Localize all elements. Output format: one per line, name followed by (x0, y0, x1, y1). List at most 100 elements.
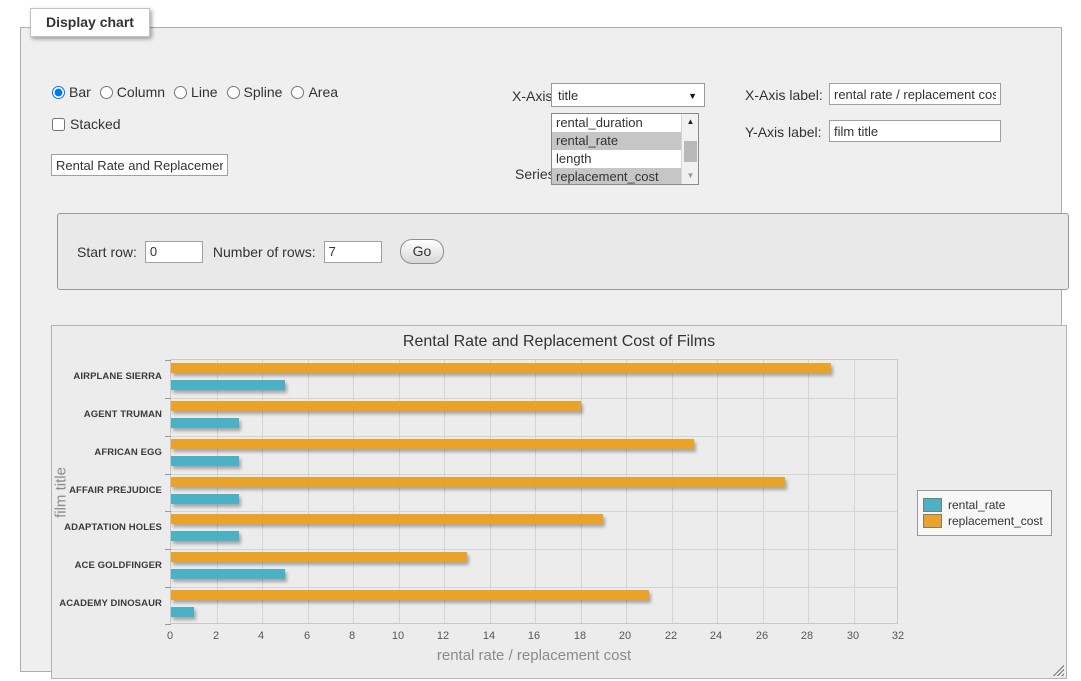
chart-type-option-line[interactable]: Line (174, 84, 217, 100)
x-axis-label-label: X-Axis label: (745, 87, 823, 103)
legend-entry: replacement_cost (923, 514, 1043, 528)
x-tick-label: 32 (883, 630, 913, 642)
legend-label: replacement_cost (948, 514, 1043, 528)
resize-handle-icon[interactable] (1052, 664, 1064, 676)
scroll-down-icon[interactable]: ▼ (682, 168, 699, 184)
gridline-horizontal (171, 398, 897, 399)
chart-type-radio-spline[interactable] (227, 86, 240, 99)
bar-rental_rate (171, 456, 239, 466)
x-axis-selected-value: title (558, 88, 578, 103)
y-tick-mark (165, 436, 171, 437)
bar-replacement_cost (171, 439, 694, 449)
gridline-vertical (717, 360, 718, 623)
bar-replacement_cost (171, 552, 467, 562)
stacked-label: Stacked (70, 116, 121, 132)
y-tick-label: AIRPLANE SIERRA (58, 371, 162, 382)
gridline-vertical (581, 360, 582, 623)
chart-type-option-column[interactable]: Column (100, 84, 165, 100)
bar-rental_rate (171, 418, 239, 428)
gridline-vertical (399, 360, 400, 623)
x-tick-label: 22 (656, 630, 686, 642)
bar-replacement_cost (171, 514, 603, 524)
x-tick-label: 10 (383, 630, 413, 642)
x-tick-label: 18 (565, 630, 595, 642)
gridline-vertical (308, 360, 309, 623)
y-tick-mark (165, 624, 171, 625)
x-tick-label: 2 (201, 630, 231, 642)
chart-type-label: Bar (69, 84, 91, 100)
x-axis-title: rental rate / replacement cost (170, 647, 898, 664)
chart-type-option-bar[interactable]: Bar (52, 84, 91, 100)
bar-replacement_cost (171, 401, 581, 411)
chart-type-option-spline[interactable]: Spline (227, 84, 283, 100)
x-tick-label: 26 (747, 630, 777, 642)
x-axis-label-input[interactable] (829, 83, 1001, 105)
gridline-horizontal (171, 511, 897, 512)
y-tick-mark (165, 474, 171, 475)
legend-label: rental_rate (948, 498, 1005, 512)
chart-type-group: Bar Column Line Spline Area (52, 84, 347, 100)
stacked-row: Stacked (52, 116, 121, 132)
series-listbox[interactable]: rental_durationrental_ratelengthreplacem… (551, 113, 699, 185)
chart-type-radio-area[interactable] (291, 86, 304, 99)
gridline-vertical (672, 360, 673, 623)
y-axis-label-input[interactable] (829, 120, 1001, 142)
x-tick-label: 20 (610, 630, 640, 642)
series-option-rental_duration[interactable]: rental_duration (552, 114, 681, 132)
series-option-replacement_cost[interactable]: replacement_cost (552, 168, 681, 185)
bar-replacement_cost (171, 477, 785, 487)
x-tick-label: 16 (519, 630, 549, 642)
y-tick-mark (165, 398, 171, 399)
chart-title: Rental Rate and Replacement Cost of Film… (52, 333, 1066, 351)
gridline-vertical (626, 360, 627, 623)
y-tick-mark (165, 587, 171, 588)
gridline-vertical (535, 360, 536, 623)
fieldset-legend: Display chart (30, 8, 150, 37)
stacked-checkbox[interactable] (52, 118, 65, 131)
legend-swatch (923, 498, 942, 512)
gridline-vertical (854, 360, 855, 623)
legend-swatch (923, 514, 942, 528)
x-tick-label: 28 (792, 630, 822, 642)
plot-area (170, 359, 898, 624)
display-chart-fieldset: BarColumnLineSplineArea Stacked X-Axis: … (20, 27, 1062, 672)
bar-rental_rate (171, 494, 239, 504)
chart-type-label: Area (308, 84, 338, 100)
x-axis-select[interactable]: title ▼ (551, 83, 705, 107)
x-tick-label: 8 (337, 630, 367, 642)
x-axis-select-label: X-Axis: (512, 88, 556, 104)
gridline-vertical (217, 360, 218, 623)
series-option-rental_rate[interactable]: rental_rate (552, 132, 681, 150)
bar-rental_rate (171, 380, 285, 390)
series-listbox-scrollbar[interactable]: ▲ ▼ (681, 114, 698, 184)
scroll-up-icon[interactable]: ▲ (682, 114, 699, 130)
x-tick-label: 24 (701, 630, 731, 642)
chart-type-label: Spline (244, 84, 283, 100)
gridline-horizontal (171, 436, 897, 437)
gridline-vertical (444, 360, 445, 623)
gridline-vertical (262, 360, 263, 623)
legend-entry: rental_rate (923, 498, 1043, 512)
chart-type-option-area[interactable]: Area (291, 84, 338, 100)
scrollbar-thumb[interactable] (684, 141, 697, 162)
y-tick-label: ADAPTATION HOLES (58, 522, 162, 533)
go-button[interactable]: Go (400, 239, 445, 264)
y-tick-label: AFRICAN EGG (58, 447, 162, 458)
chart-title-input[interactable] (51, 154, 228, 176)
chart-type-radio-line[interactable] (174, 86, 187, 99)
gridline-horizontal (171, 474, 897, 475)
chart-type-radio-bar[interactable] (52, 86, 65, 99)
y-tick-label: ACE GOLDFINGER (58, 560, 162, 571)
chart-type-label: Column (117, 84, 165, 100)
series-option-length[interactable]: length (552, 150, 681, 168)
x-tick-label: 14 (474, 630, 504, 642)
chart-container: Rental Rate and Replacement Cost of Film… (51, 325, 1067, 679)
num-rows-input[interactable] (324, 241, 382, 263)
chart-type-radio-column[interactable] (100, 86, 113, 99)
gridline-vertical (808, 360, 809, 623)
y-tick-mark (165, 511, 171, 512)
start-row-input[interactable] (145, 241, 203, 263)
x-tick-label: 12 (428, 630, 458, 642)
bar-rental_rate (171, 531, 239, 541)
gridline-vertical (353, 360, 354, 623)
